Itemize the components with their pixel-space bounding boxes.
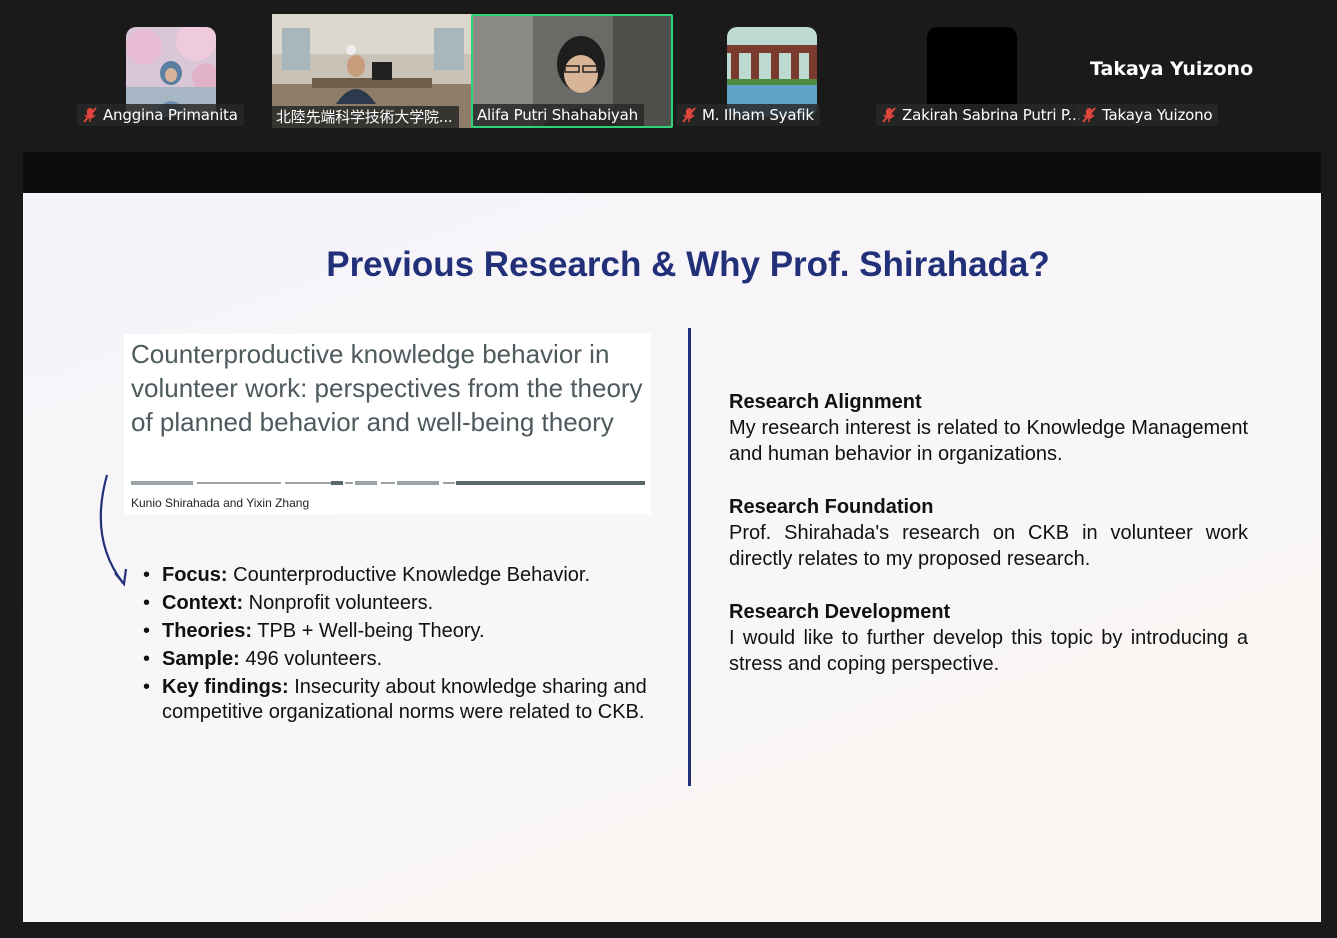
participant-tile[interactable]: M. Ilham Syafik	[672, 14, 872, 128]
participant-nameplate: 北陸先端科学技術大学院...	[272, 106, 459, 128]
vertical-divider	[688, 328, 691, 786]
list-item: Sample: 496 volunteers.	[143, 647, 660, 672]
bullet-text: 496 volunteers.	[245, 648, 383, 670]
participant-tile[interactable]: Zakirah Sabrina Putri P...	[872, 14, 1088, 128]
section-research-alignment: Research Alignment My research interest …	[729, 389, 1248, 467]
bullet-label: Context:	[162, 592, 244, 614]
mic-muted-icon	[882, 107, 896, 123]
participant-tile[interactable]: Anggina Primanita	[71, 14, 271, 128]
participant-name: Alifa Putri Shahabiyah	[477, 106, 638, 124]
participant-nameplate: M. Ilham Syafik	[676, 104, 820, 126]
participant-nameplate: Takaya Yuizono	[1076, 104, 1219, 126]
mic-muted-icon	[682, 107, 696, 123]
paper-summary-list: Focus: Counterproductive Knowledge Behav…	[143, 563, 660, 728]
participant-strip: Anggina Primanita 北陸先端科学技術大学院... Alifa P…	[0, 0, 1337, 152]
shared-slide: Previous Research & Why Prof. Shirahada?…	[23, 193, 1321, 922]
section-heading: Research Alignment	[729, 391, 922, 413]
list-item: Context: Nonprofit volunteers.	[143, 591, 660, 616]
list-item: Theories: TPB + Well-being Theory.	[143, 619, 660, 644]
participant-name: M. Ilham Syafik	[702, 106, 814, 124]
bullet-text: TPB + Well-being Theory.	[257, 620, 485, 642]
participant-nameplate: Anggina Primanita	[77, 104, 244, 126]
participant-tile[interactable]: 北陸先端科学技術大学院...	[272, 14, 472, 128]
section-text: I would like to further develop this top…	[729, 627, 1248, 675]
participant-nameplate: Zakirah Sabrina Putri P...	[876, 104, 1088, 126]
bullet-label: Sample:	[162, 648, 240, 670]
slide-title: Previous Research & Why Prof. Shirahada?	[326, 245, 1050, 284]
participant-name: 北陸先端科学技術大学院...	[276, 108, 453, 126]
participant-tile-active[interactable]: Alifa Putri Shahabiyah	[471, 14, 673, 128]
paper-authors: Kunio Shirahada and Yixin Zhang	[131, 496, 310, 510]
paper-divider-rule	[131, 481, 645, 485]
bullet-text: Counterproductive Knowledge Behavior.	[233, 564, 591, 586]
paper-title: Counterproductive knowledge behavior in …	[131, 339, 643, 437]
section-text: My research interest is related to Knowl…	[729, 417, 1248, 465]
section-heading: Research Development	[729, 601, 951, 623]
mic-muted-icon	[1082, 107, 1096, 123]
section-research-foundation: Research Foundation Prof. Shirahada's re…	[729, 494, 1248, 572]
curved-arrow-icon	[99, 474, 128, 587]
participant-name: Anggina Primanita	[103, 106, 238, 124]
section-research-development: Research Development I would like to fur…	[729, 599, 1248, 677]
bullet-label: Key findings:	[162, 676, 289, 698]
participant-name: Zakirah Sabrina Putri P...	[902, 106, 1082, 124]
paper-card: Counterproductive knowledge behavior in …	[124, 334, 651, 514]
bullet-text: Nonprofit volunteers.	[248, 592, 434, 614]
mic-muted-icon	[83, 107, 97, 123]
bullet-label: Theories:	[162, 620, 253, 642]
list-item: Key findings: Insecurity about knowledge…	[143, 675, 660, 725]
participant-name: Takaya Yuizono	[1102, 106, 1213, 124]
list-item: Focus: Counterproductive Knowledge Behav…	[143, 563, 660, 588]
participant-display-name: Takaya Yuizono	[1090, 58, 1254, 80]
bullet-label: Focus:	[162, 564, 228, 586]
participant-nameplate: Alifa Putri Shahabiyah	[473, 104, 644, 126]
section-text: Prof. Shirahada's research on CKB in vol…	[729, 522, 1248, 570]
section-heading: Research Foundation	[729, 496, 934, 518]
